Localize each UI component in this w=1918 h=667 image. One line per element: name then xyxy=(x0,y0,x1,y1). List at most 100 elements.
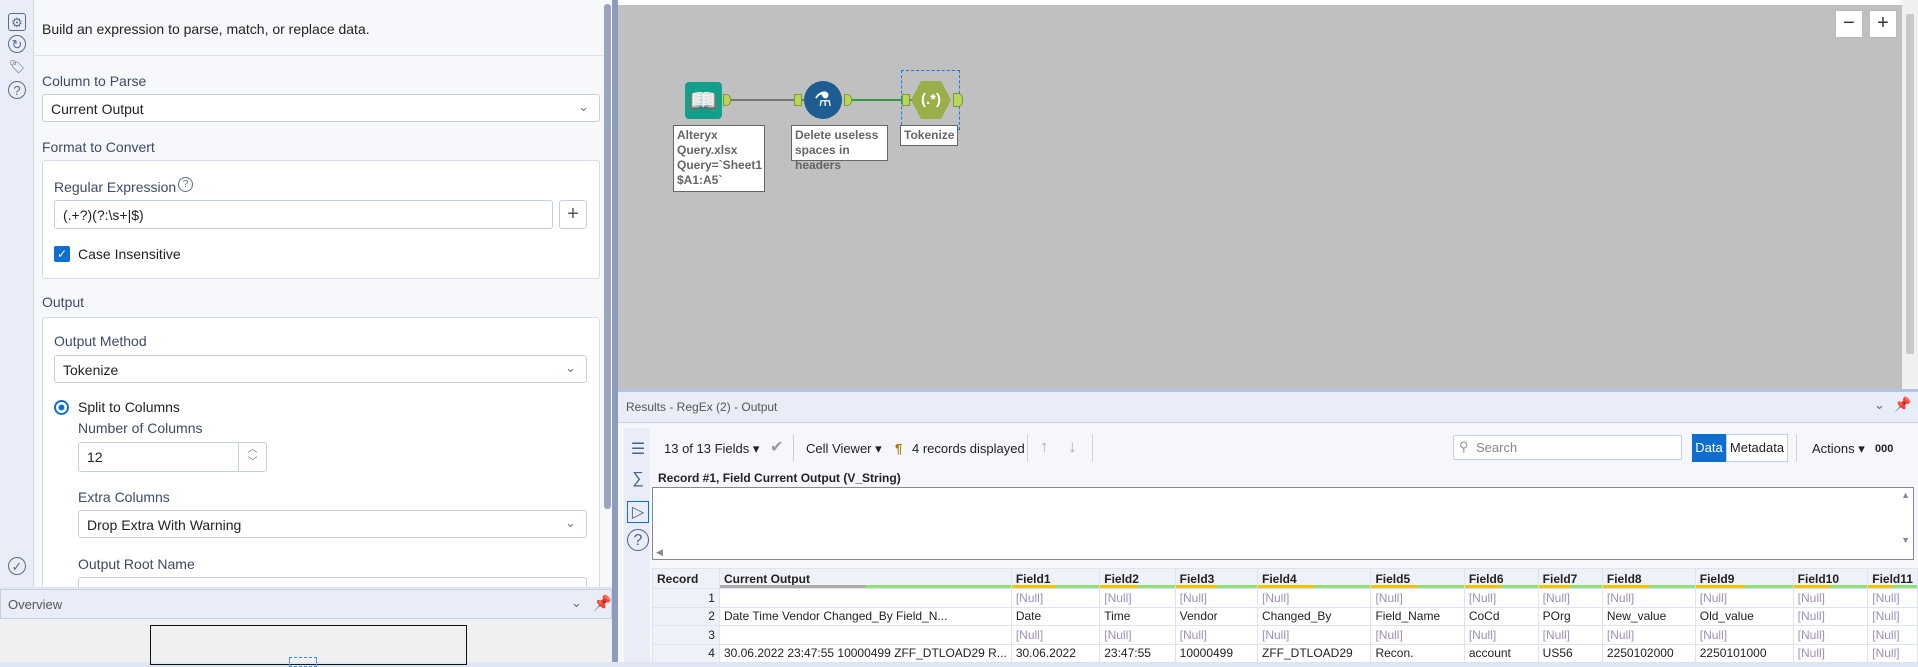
formula-tool-icon[interactable]: ⚗ xyxy=(804,81,842,119)
input-data-tool-icon[interactable]: 📖 xyxy=(685,82,722,119)
table-cell[interactable]: [Null] xyxy=(1601,625,1696,645)
table-cell[interactable]: [Null] xyxy=(1694,588,1794,608)
table-cell[interactable]: [Null] xyxy=(1867,588,1918,608)
column-header[interactable]: Field2 xyxy=(1099,568,1176,589)
record-number[interactable]: 3 xyxy=(652,625,720,645)
table-cell[interactable]: Field_Name xyxy=(1370,606,1465,626)
table-cell[interactable]: US56 xyxy=(1537,643,1603,663)
table-cell[interactable]: Changed_By xyxy=(1256,606,1372,626)
search-input[interactable]: ⚲ Search xyxy=(1453,435,1682,460)
chevron-down-icon[interactable]: ⌄ xyxy=(571,595,582,611)
cell-viewer-box[interactable]: ▲ ▼ ◀ xyxy=(652,487,1914,560)
split-to-columns-radio[interactable] xyxy=(54,400,69,415)
table-cell[interactable]: [Null] xyxy=(1792,588,1869,608)
table-cell[interactable]: [Null] xyxy=(1174,625,1258,645)
gear-icon[interactable]: ⚙ xyxy=(8,13,26,31)
table-cell[interactable]: [Null] xyxy=(1010,588,1101,608)
table-cell[interactable]: 30.06.2022 xyxy=(1010,643,1101,663)
scroll-left-icon[interactable]: ◀ xyxy=(656,547,663,558)
column-header[interactable]: Field7 xyxy=(1537,568,1603,589)
table-cell[interactable]: 30.06.2022 23:47:55 10000499 ZFF_DTLOAD2… xyxy=(718,643,1012,663)
table-cell[interactable]: [Null] xyxy=(1694,625,1794,645)
stepper-arrows-icon[interactable]: ︿ ﹀ xyxy=(238,443,266,471)
column-header-record[interactable]: Record xyxy=(652,568,720,589)
table-cell[interactable]: Date Time Vendor Changed_By Field_N... xyxy=(718,606,1012,626)
column-header[interactable]: Current Output xyxy=(718,568,1012,589)
arrow-down-icon[interactable]: ↓ xyxy=(1068,437,1077,457)
zoom-out-button[interactable]: − xyxy=(1835,10,1863,38)
fields-selector[interactable]: 13 of 13 Fields ▾ xyxy=(664,441,759,457)
connection-icon[interactable]: ↻ xyxy=(8,35,26,53)
table-cell[interactable] xyxy=(718,625,1012,645)
table-cell[interactable]: [Null] xyxy=(1463,588,1539,608)
number-of-columns-stepper[interactable]: 12 ︿ ﹀ xyxy=(78,442,267,472)
canvas-scrollbar-thumb[interactable] xyxy=(1906,14,1914,354)
arrow-up-icon[interactable]: ↑ xyxy=(1040,437,1049,457)
chevron-down-icon[interactable]: ⌄ xyxy=(1874,397,1885,413)
help-icon[interactable]: ? xyxy=(627,529,649,551)
table-cell[interactable]: [Null] xyxy=(1792,643,1869,663)
cell-viewer-dropdown[interactable]: Cell Viewer ▾ xyxy=(806,441,882,457)
table-cell[interactable]: POrg xyxy=(1537,606,1603,626)
table-cell[interactable]: Old_value xyxy=(1694,606,1794,626)
table-cell[interactable]: [Null] xyxy=(1010,625,1101,645)
column-header[interactable]: Field6 xyxy=(1463,568,1539,589)
column-header[interactable]: Field9 xyxy=(1694,568,1794,589)
table-cell[interactable]: Date xyxy=(1010,606,1101,626)
output-method-dropdown[interactable]: Tokenize ⌄ xyxy=(54,355,587,383)
table-cell[interactable]: [Null] xyxy=(1867,606,1918,626)
check-circle-icon[interactable]: ✓ xyxy=(8,557,26,575)
pilcrow-icon[interactable]: ¶ xyxy=(895,441,902,456)
table-cell[interactable]: 2250101000 xyxy=(1694,643,1794,663)
table-cell[interactable]: CoCd xyxy=(1463,606,1539,626)
table-cell[interactable]: 10000499 xyxy=(1174,643,1258,663)
output-anchor[interactable] xyxy=(953,93,963,107)
table-cell[interactable]: [Null] xyxy=(1792,606,1869,626)
column-header[interactable]: Field4 xyxy=(1256,568,1372,589)
column-header[interactable]: Field3 xyxy=(1174,568,1258,589)
column-to-parse-dropdown[interactable]: Current Output ⌄ xyxy=(42,94,600,122)
column-header[interactable]: Field5 xyxy=(1370,568,1465,589)
table-cell[interactable]: [Null] xyxy=(1867,643,1918,663)
table-cell[interactable]: [Null] xyxy=(1099,588,1176,608)
table-cell[interactable]: 23:47:55 xyxy=(1099,643,1176,663)
output-root-name-input[interactable] xyxy=(78,577,587,587)
table-cell[interactable]: Time xyxy=(1099,606,1176,626)
scroll-up-icon[interactable]: ▲ xyxy=(1901,490,1910,500)
extra-columns-dropdown[interactable]: Drop Extra With Warning ⌄ xyxy=(78,510,587,538)
table-cell[interactable]: Recon. xyxy=(1370,643,1465,663)
record-number[interactable]: 1 xyxy=(652,588,720,608)
table-cell[interactable]: [Null] xyxy=(1370,588,1465,608)
table-cell[interactable]: [Null] xyxy=(1174,588,1258,608)
table-cell[interactable]: ZFF_DTLOAD29 xyxy=(1256,643,1372,663)
case-insensitive-checkbox[interactable]: ✓ xyxy=(54,246,70,262)
table-cell[interactable]: [Null] xyxy=(1601,588,1696,608)
table-cell[interactable]: [Null] xyxy=(1256,625,1372,645)
record-number[interactable]: 2 xyxy=(652,606,720,626)
table-cell[interactable]: New_value xyxy=(1601,606,1696,626)
column-header[interactable]: Field8 xyxy=(1601,568,1696,589)
column-header[interactable]: Field1 xyxy=(1010,568,1101,589)
add-expression-button[interactable]: + xyxy=(559,200,587,229)
table-cell[interactable]: 2250102000 xyxy=(1601,643,1696,663)
table-cell[interactable]: Vendor xyxy=(1174,606,1258,626)
tag-view-icon[interactable]: ▷ xyxy=(627,501,649,523)
pin-icon[interactable]: 📌 xyxy=(593,594,612,612)
input-anchor[interactable] xyxy=(902,94,910,106)
config-scrollbar[interactable] xyxy=(604,4,611,509)
help-icon[interactable]: ? xyxy=(178,177,193,192)
workflow-canvas[interactable]: − + 📖 Alteryx Query.xlsx Query=`Sheet1 $… xyxy=(618,0,1902,389)
metadata-tab[interactable]: Metadata xyxy=(1726,434,1788,462)
help-icon[interactable]: ? xyxy=(8,81,26,99)
regex-input[interactable]: (.+?)(?:\s+|$) xyxy=(54,200,553,229)
checkmark-icon[interactable]: ✔ xyxy=(770,437,783,457)
table-cell[interactable]: [Null] xyxy=(1537,625,1603,645)
column-header[interactable]: Field10 xyxy=(1792,568,1869,589)
table-cell[interactable]: [Null] xyxy=(1370,625,1465,645)
scroll-down-icon[interactable]: ▼ xyxy=(1901,535,1910,545)
actions-dropdown[interactable]: Actions ▾ xyxy=(1812,441,1865,457)
data-tab[interactable]: Data xyxy=(1692,434,1726,462)
output-anchor[interactable] xyxy=(723,94,731,106)
table-cell[interactable]: [Null] xyxy=(1099,625,1176,645)
column-header[interactable]: Field11 xyxy=(1867,568,1918,589)
